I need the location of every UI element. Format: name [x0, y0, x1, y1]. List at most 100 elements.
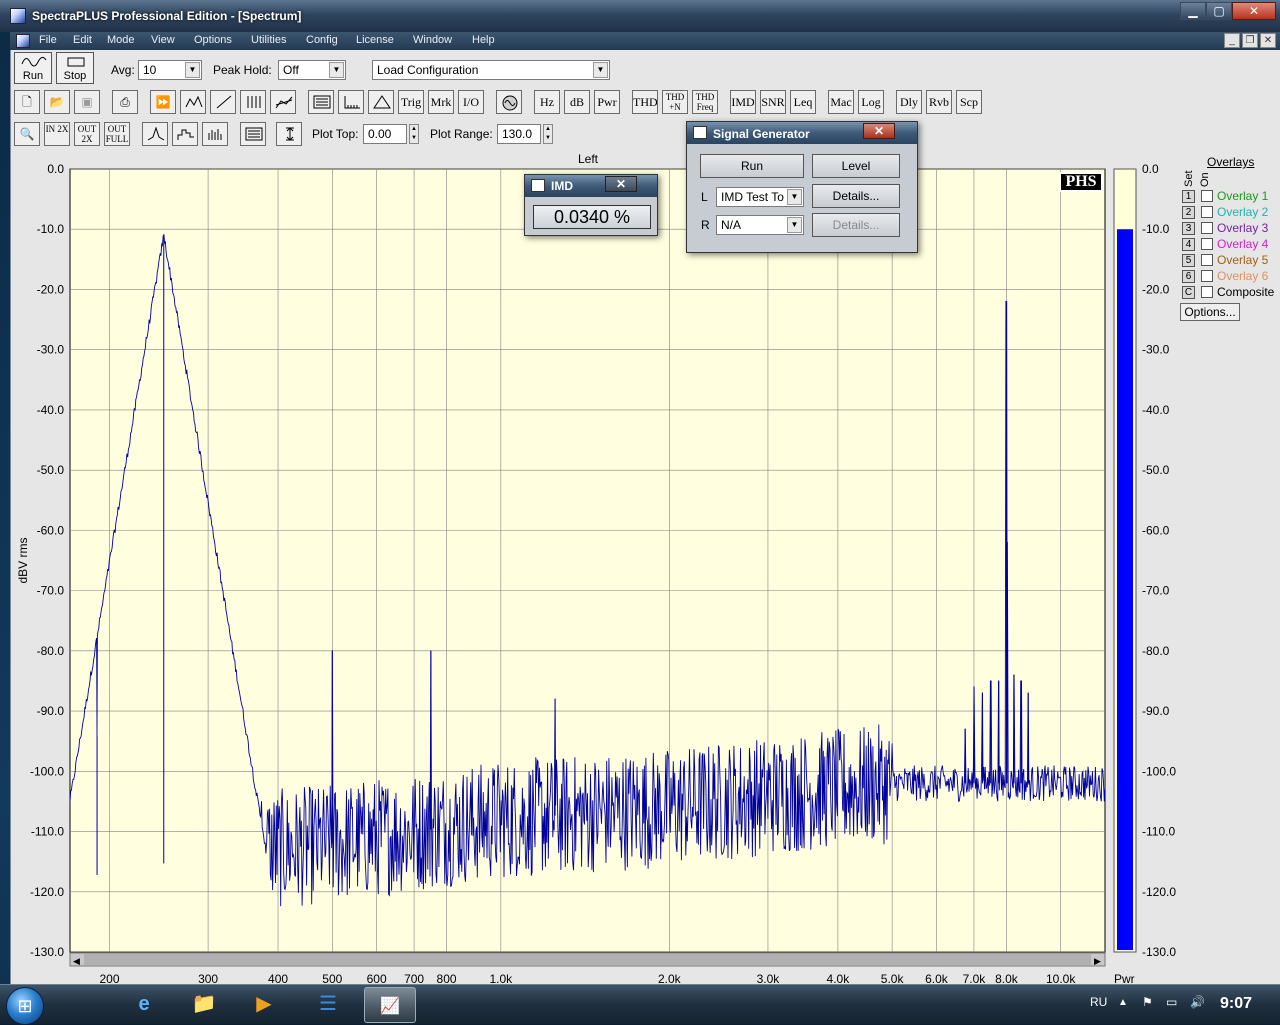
- show-hidden-icons-icon[interactable]: ▲: [1118, 997, 1128, 1008]
- menu-options[interactable]: Options: [194, 34, 232, 46]
- mdi-minimize-button[interactable]: _: [1224, 33, 1240, 48]
- language-indicator[interactable]: RU: [1090, 995, 1107, 1009]
- overlay-set-button[interactable]: 5: [1182, 254, 1195, 267]
- overlays-header[interactable]: Overlays: [1207, 155, 1254, 169]
- bar-plot-button[interactable]: [202, 122, 228, 146]
- db-button[interactable]: dB: [564, 90, 590, 114]
- start-button[interactable]: ⊞: [6, 987, 44, 1025]
- imd-close-button[interactable]: ✕: [605, 176, 637, 192]
- title-bar[interactable]: SpectraPLUS Professional Edition - [Spec…: [0, 0, 1280, 32]
- taskbar-app-stack[interactable]: ☰: [302, 987, 354, 1023]
- save-button[interactable]: ▣: [74, 90, 100, 114]
- plot-top-input[interactable]: 0.00: [363, 124, 407, 144]
- macro-button[interactable]: Mac: [828, 90, 854, 114]
- taskbar-media-player[interactable]: ▶: [238, 987, 290, 1023]
- view-settings-button[interactable]: [240, 122, 266, 146]
- 3d-surface-button[interactable]: [270, 90, 296, 114]
- overlay-on-checkbox[interactable]: [1201, 190, 1213, 202]
- taskbar-clock[interactable]: 9:07: [1220, 995, 1252, 1013]
- range-button[interactable]: [276, 122, 302, 146]
- new-file-button[interactable]: 🗋: [14, 90, 40, 114]
- pwr-button[interactable]: Pwr: [594, 90, 620, 114]
- menu-edit[interactable]: Edit: [73, 34, 92, 46]
- weighting-button[interactable]: [368, 90, 394, 114]
- overlay-on-checkbox[interactable]: [1201, 222, 1213, 234]
- scaling-button[interactable]: [338, 90, 364, 114]
- overlay-set-button[interactable]: C: [1182, 286, 1195, 299]
- volume-icon[interactable]: 🔊: [1190, 995, 1205, 1009]
- taskbar-internet-explorer[interactable]: e: [118, 987, 170, 1023]
- right-signal-select[interactable]: N/A ▼: [716, 215, 804, 235]
- left-details-button[interactable]: Details...: [812, 184, 900, 208]
- overlays-options-button[interactable]: Options...: [1180, 303, 1240, 321]
- taskbar-explorer[interactable]: 📁: [178, 987, 230, 1023]
- signal-generator-close-button[interactable]: ✕: [863, 123, 895, 139]
- close-button[interactable]: ✕: [1232, 2, 1276, 20]
- zoom-out-full-button[interactable]: OUT FULL: [104, 122, 130, 146]
- stop-button[interactable]: Stop: [56, 52, 94, 84]
- marker-button[interactable]: Mrk: [428, 90, 454, 114]
- line-plot-button[interactable]: [142, 122, 168, 146]
- overlay-set-button[interactable]: 4: [1182, 238, 1195, 251]
- overlay-on-checkbox[interactable]: [1201, 270, 1213, 282]
- run-button[interactable]: Run: [14, 52, 52, 84]
- phase-mode-button[interactable]: [210, 90, 236, 114]
- menu-license[interactable]: License: [356, 34, 394, 46]
- overlay-set-button[interactable]: 1: [1182, 190, 1195, 203]
- generator-run-button[interactable]: Run: [700, 154, 804, 178]
- zoom-in-2x-button[interactable]: IN 2X: [44, 122, 70, 146]
- right-details-button[interactable]: Details...: [812, 213, 900, 237]
- menu-file[interactable]: File: [39, 34, 57, 46]
- thd-button[interactable]: THD: [632, 90, 658, 114]
- menu-help[interactable]: Help: [472, 34, 495, 46]
- signal-generator-titlebar[interactable]: Signal Generator ✕: [687, 122, 917, 144]
- overlay-on-checkbox[interactable]: [1201, 238, 1213, 250]
- imd-button[interactable]: IMD: [730, 90, 756, 114]
- mdi-restore-button[interactable]: ❐: [1242, 33, 1258, 48]
- overlay-on-checkbox[interactable]: [1201, 206, 1213, 218]
- zoom-out-2x-button[interactable]: OUT 2X: [74, 122, 100, 146]
- display-settings-button[interactable]: [308, 90, 334, 114]
- overlay-on-checkbox[interactable]: [1201, 254, 1213, 266]
- overlay-on-checkbox[interactable]: [1201, 286, 1213, 298]
- plot-range-input[interactable]: 130.0: [497, 124, 541, 144]
- menu-view[interactable]: View: [151, 34, 175, 46]
- delay-button[interactable]: Dly: [896, 90, 922, 114]
- reverb-button[interactable]: Rvb: [926, 90, 952, 114]
- avg-select[interactable]: 10 ▼: [138, 60, 202, 80]
- thd-n-button[interactable]: THD +N: [662, 90, 688, 114]
- fast-forward-button[interactable]: ⏩: [150, 90, 176, 114]
- minimize-button[interactable]: ▁: [1180, 2, 1206, 20]
- octave-plot-button[interactable]: [172, 122, 198, 146]
- network-icon[interactable]: ▭: [1166, 995, 1177, 1009]
- io-button[interactable]: I/O: [458, 90, 484, 114]
- menu-window[interactable]: Window: [413, 34, 452, 46]
- generator-level-button[interactable]: Level: [812, 154, 900, 178]
- trigger-button[interactable]: Trig: [398, 90, 424, 114]
- overlay-set-button[interactable]: 6: [1182, 270, 1195, 283]
- signal-generator-button[interactable]: [496, 90, 522, 114]
- overlay-set-button[interactable]: 2: [1182, 206, 1195, 219]
- peak-hold-select[interactable]: Off ▼: [278, 60, 346, 80]
- scope-button[interactable]: Scp: [956, 90, 982, 114]
- menu-utilities[interactable]: Utilities: [251, 34, 286, 46]
- spectrum-mode-button[interactable]: [180, 90, 206, 114]
- action-center-icon[interactable]: ⚑: [1142, 995, 1153, 1009]
- zoom-button[interactable]: 🔍: [14, 122, 40, 146]
- leq-button[interactable]: Leq: [790, 90, 816, 114]
- imd-window-titlebar[interactable]: IMD ✕: [525, 175, 657, 197]
- maximize-button[interactable]: ▢: [1206, 2, 1232, 20]
- document-icon[interactable]: [16, 34, 30, 48]
- plot-top-spinner[interactable]: ▲ ▼: [409, 124, 419, 144]
- plot-range-spinner[interactable]: ▲ ▼: [543, 124, 553, 144]
- thd-freq-button[interactable]: THD Freq: [692, 90, 718, 114]
- snr-button[interactable]: SNR: [760, 90, 786, 114]
- open-file-button[interactable]: 📂: [44, 90, 70, 114]
- spectrogram-button[interactable]: [240, 90, 266, 114]
- print-button[interactable]: ⎙: [112, 90, 138, 114]
- log-button[interactable]: Log: [858, 90, 884, 114]
- menu-mode[interactable]: Mode: [107, 34, 135, 46]
- mdi-close-button[interactable]: ✕: [1260, 33, 1276, 48]
- app-icon[interactable]: [10, 8, 26, 24]
- menu-config[interactable]: Config: [306, 34, 338, 46]
